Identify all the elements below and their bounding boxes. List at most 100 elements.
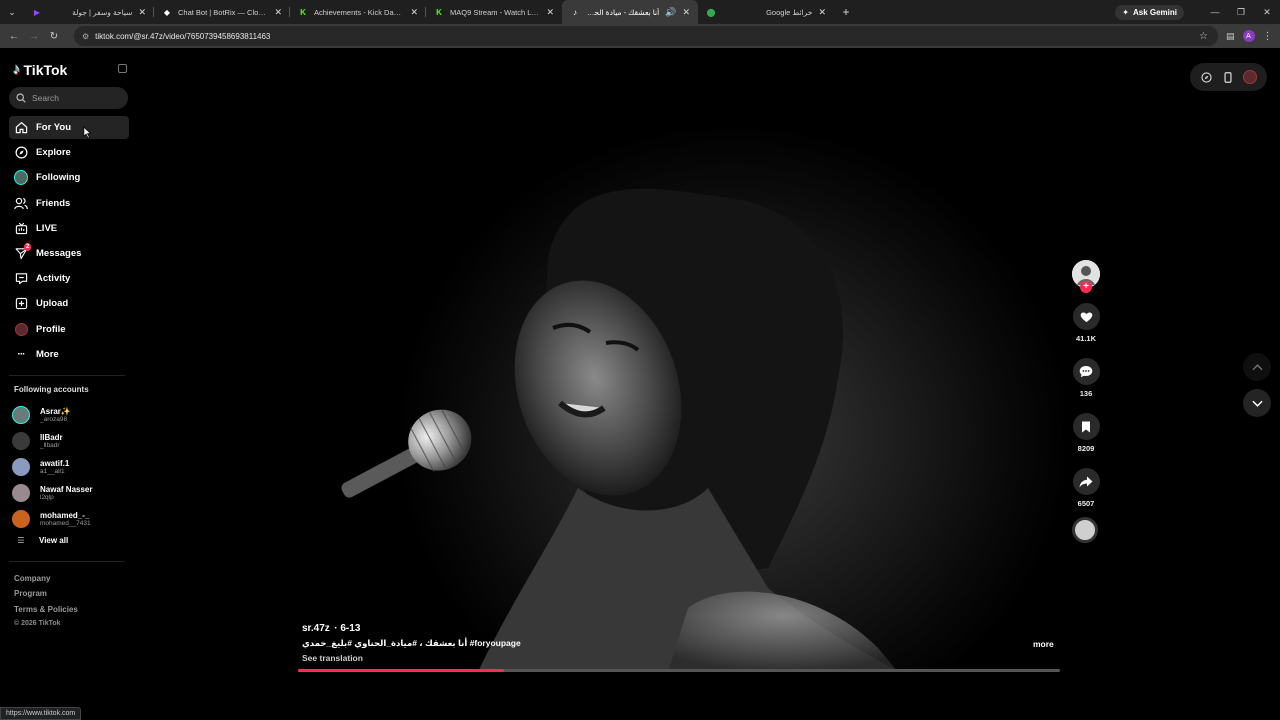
comment-icon[interactable] (1072, 358, 1100, 385)
see-translation-button[interactable]: See translation (302, 653, 363, 663)
nav-activity[interactable]: Activity (9, 267, 129, 290)
account-item[interactable]: Asrar✨ _aroza98 (12, 402, 132, 428)
nav-label: Messages (36, 247, 82, 259)
browser-tab-5-active[interactable]: ♪ أنا بعشقك - ميادة الحناوي | 🔊 ✕ (562, 0, 698, 24)
minimize-window-button[interactable]: — (1202, 7, 1228, 17)
close-tab-icon[interactable]: ✕ (682, 7, 690, 18)
close-tab-icon[interactable]: ✕ (274, 7, 282, 18)
gemini-sparkle-icon: ✦ (1122, 7, 1129, 17)
tab-title: أنا بعشقك - ميادة الحناوي | (586, 7, 660, 17)
nav-live[interactable]: LIVE (9, 217, 129, 240)
account-item[interactable]: llBadr _llbadr (12, 428, 132, 454)
following-accounts-list: Asrar✨ _aroza98 llBadr _llbadr awatif.1 … (12, 402, 132, 545)
bookmark-icon[interactable] (1072, 413, 1100, 440)
tiktok-logo[interactable]: ♪ TikTok (13, 61, 67, 78)
chevron-down-icon (1251, 400, 1263, 407)
url-bar[interactable]: ⚙ tiktok.com/@sr.47z/video/7650739458693… (74, 26, 1218, 46)
video-author-line: sr.47z · 6-13 (302, 618, 360, 636)
site-info-icon[interactable]: ⚙ (82, 32, 89, 41)
tab-title: MAQ9 Stream - Watch Live on (450, 7, 541, 17)
browser-tab-3[interactable]: K Achievements - Kick Dashboard ✕ (290, 0, 426, 24)
heart-icon[interactable] (1072, 303, 1100, 330)
forward-button[interactable]: → (24, 31, 44, 42)
video-player[interactable] (298, 48, 1062, 672)
tab-title: Achievements - Kick Dashboard (314, 7, 404, 17)
terms-link[interactable]: Terms & Policies (14, 605, 78, 620)
account-handle: l2qlp (40, 493, 54, 501)
nav-following[interactable]: Following (9, 166, 129, 189)
account-item[interactable]: Nawaf Nasser l2qlp (12, 480, 132, 506)
browser-tab-6[interactable]: ⬤ Google خرائط ✕ (698, 0, 834, 24)
browser-tab-bar: ⌄ ▶ سياحة وسفر | جولة ✕ ◆ Chat Bot | Bot… (0, 0, 1280, 24)
author-username[interactable]: sr.47z (302, 623, 330, 634)
program-link[interactable]: Program (14, 589, 78, 604)
account-name: Nawaf Nasser (40, 484, 93, 494)
tab-search-button[interactable]: ⌄ (0, 0, 24, 24)
close-window-button[interactable]: ✕ (1254, 7, 1280, 18)
creator-avatar[interactable]: + (1072, 260, 1100, 293)
tiktok-note-icon: ♪ (13, 61, 21, 78)
close-tab-icon[interactable]: ✕ (410, 7, 418, 18)
nav-label: More (36, 348, 59, 360)
video-frame-image (341, 188, 898, 672)
follow-plus-icon[interactable]: + (1080, 281, 1092, 293)
profile-avatar-icon (14, 322, 28, 336)
nav-label: Profile (36, 323, 66, 335)
browser-tab-4[interactable]: K MAQ9 Stream - Watch Live on ✕ (426, 0, 562, 24)
nav-more[interactable]: ··· More (9, 343, 129, 366)
search-icon (16, 93, 26, 103)
video-date: 6-13 (340, 623, 361, 634)
nav-friends[interactable]: Friends (9, 192, 129, 215)
bookmark-star-icon[interactable]: ☆ (1199, 31, 1208, 42)
more-icon: ··· (17, 348, 26, 360)
nav-upload[interactable]: Upload (9, 292, 129, 315)
share-action[interactable]: 6507 (1072, 468, 1100, 508)
nav-messages[interactable]: 2 Messages (9, 242, 129, 265)
account-item[interactable]: awatif.1 a1__all1 (12, 454, 132, 480)
sidebar-divider (9, 561, 125, 562)
view-all-button[interactable]: ☰ View all (12, 536, 132, 545)
following-avatar-icon (14, 170, 28, 186)
collapse-sidebar-icon[interactable] (118, 64, 127, 73)
new-tab-button[interactable]: + (834, 5, 858, 19)
browser-tab-1[interactable]: ▶ سياحة وسفر | جولة ✕ (24, 0, 154, 24)
account-item[interactable]: mohamed_-_ mohamed__7431 (12, 506, 132, 532)
next-video-button[interactable] (1243, 389, 1271, 417)
like-action[interactable]: 41.1K (1072, 303, 1100, 343)
avatar (12, 406, 30, 424)
like-count: 41.1K (1075, 334, 1096, 343)
browser-menu-icon[interactable]: ⋮ (1263, 31, 1273, 42)
back-button[interactable]: ← (4, 31, 24, 42)
search-input[interactable] (32, 93, 122, 103)
browser-tab-2[interactable]: ◆ Chat Bot | BotRix — Cloud Stre ✕ (154, 0, 290, 24)
close-tab-icon[interactable]: ✕ (138, 7, 146, 18)
close-tab-icon[interactable]: ✕ (818, 7, 826, 18)
kick-icon: K (300, 7, 306, 17)
ask-gemini-button[interactable]: ✦ Ask Gemini (1115, 4, 1184, 20)
comment-action[interactable]: 136 (1072, 358, 1100, 398)
share-arrow-icon[interactable] (1072, 468, 1100, 495)
extensions-icon[interactable]: ▤ (1226, 31, 1235, 42)
user-avatar-icon[interactable] (1243, 70, 1258, 84)
save-action[interactable]: 8209 (1072, 413, 1100, 453)
nav-label: Explore (36, 147, 71, 159)
caption-more-button[interactable]: more (1033, 639, 1054, 649)
reload-button[interactable]: ↻ (44, 31, 64, 42)
search-box[interactable] (9, 87, 128, 109)
kick-icon: K (436, 7, 442, 17)
nav-explore[interactable]: Explore (9, 141, 129, 164)
video-progress-bar[interactable] (298, 669, 1060, 672)
mute-icon[interactable]: 🔊 (665, 7, 676, 18)
previous-video-button[interactable] (1243, 353, 1271, 381)
account-handle: a1__all1 (40, 467, 65, 475)
close-tab-icon[interactable]: ✕ (546, 7, 554, 18)
view-all-label: View all (39, 536, 69, 545)
profile-avatar[interactable]: A (1242, 30, 1255, 42)
nav-profile[interactable]: Profile (9, 318, 129, 341)
phone-icon[interactable] (1221, 70, 1235, 84)
restore-window-button[interactable]: ❐ (1228, 7, 1254, 18)
compass-icon[interactable] (1200, 70, 1214, 84)
sound-disc-avatar[interactable] (1072, 517, 1098, 543)
nav-for-you[interactable]: For You (9, 116, 129, 139)
company-link[interactable]: Company (14, 574, 78, 589)
